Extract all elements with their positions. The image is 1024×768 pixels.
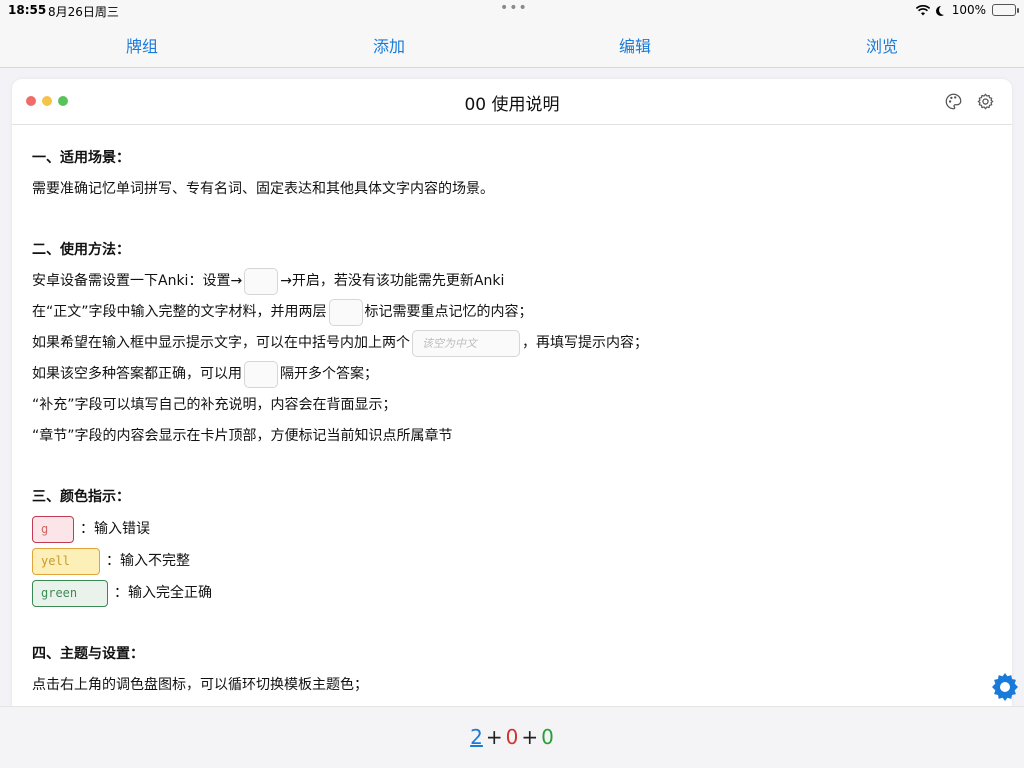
paragraph: 如果该空多种答案都正确，可以用 隔开多个答案； [32,359,992,390]
battery-icon [992,4,1019,16]
swatch-wrong: g [32,515,74,543]
text: 隔开多个答案； [280,366,378,382]
status-indicators: 100% [915,3,1019,17]
swatch-label: ：输入错误 [80,520,150,537]
text: 如果该空多种答案都正确，可以用 [32,366,242,382]
paragraph: 安卓设备需设置一下Anki：设置→ →开启，若没有该功能需先更新Anki [32,266,992,297]
swatch-label: ：输入完全正确 [114,584,212,601]
paragraph: “补充”字段可以填写自己的补充说明，内容会在背面显示； [32,397,397,413]
section-title: 二、使用方法： [32,242,130,258]
blank-input-box [328,298,363,326]
swatch-correct: green [32,579,108,607]
section-title: 三、颜色指示： [32,489,130,505]
swatch-incomplete: yell [32,547,100,575]
bottom-bar: 2 +0 +0 [0,706,1024,768]
text: 标记需要重点记忆的内容； [364,304,533,320]
tab-browse[interactable]: 浏览 [866,33,898,57]
text: 安卓设备需设置一下Anki：设置→ [32,273,243,289]
card-body: 一、适用场景： 需要准确记忆单词拼写、专有名词、固定表达和其他具体文字内容的场景… [32,143,992,701]
paragraph: 在“正文”字段中输入完整的文字材料，并用两层 标记需要重点记忆的内容； [32,297,992,328]
section-title: 四、主题与设置： [32,646,144,662]
tab-edit[interactable]: 编辑 [619,33,651,57]
color-row-incomplete: yell ：输入不完整 [32,545,992,577]
paragraph: 如果希望在输入框中显示提示文字，可以在中括号内加上两个 该空为中文 ，再填写提示内容… [32,328,992,359]
learn-count: 0 [505,725,519,749]
status-bar: 18:55 8月26日周三 ••• 100% [0,0,1024,22]
card-header: 00 使用说明 [12,79,1012,125]
wifi-icon [915,4,930,15]
text: ，再填写提示内容； [522,335,648,351]
paragraph: “章节”字段的内容会显示在卡片顶部，方便标记当前知识点所属章节 [32,428,453,444]
card-title: 00 使用说明 [464,95,560,115]
multitasking-dots[interactable]: ••• [500,0,528,16]
text: 在“正文”字段中输入完整的文字材料，并用两层 [32,304,327,320]
tab-decks[interactable]: 牌组 [126,33,158,57]
battery-percent: 100% [951,3,986,17]
hint-input-box: 该空为中文 [412,329,520,357]
status-time: 18:55 [8,3,47,17]
palette-icon[interactable] [945,93,962,110]
blank-input-box [244,360,278,388]
text: →开启，若没有该功能需先更新Anki [280,273,505,289]
paragraph: 需要准确记忆单词拼写、专有名词、固定表达和其他具体文字内容的场景。 [32,181,494,197]
color-row-wrong: g ：输入错误 [32,513,992,545]
plus-sign: + [485,725,503,749]
card: 00 使用说明 一、适用场景： 需要准确记忆单词拼写、专有名词、固定表达和其他具… [12,79,1012,768]
tab-add[interactable]: 添加 [373,33,405,57]
new-count[interactable]: 2 [470,725,483,749]
do-not-disturb-moon-icon [939,5,949,15]
blank-input-box [244,267,279,295]
swatch-label: ：输入不完整 [106,552,190,569]
paragraph: 点击右上角的调色盘图标，可以循环切换模板主题色； [32,677,368,693]
color-row-correct: green ：输入完全正确 [32,577,992,609]
due-counts: 2 +0 +0 [0,725,1024,749]
plus-sign: + [521,725,539,749]
status-date: 8月26日周三 [48,5,119,19]
text: 如果希望在输入框中显示提示文字，可以在中括号内加上两个 [32,335,410,351]
section-title: 一、适用场景： [32,150,130,166]
settings-gear-icon[interactable] [977,93,994,110]
top-nav: 牌组 添加 编辑 浏览 [0,22,1024,68]
floating-settings-gear-icon[interactable] [990,672,1020,702]
review-count: 0 [541,725,554,749]
